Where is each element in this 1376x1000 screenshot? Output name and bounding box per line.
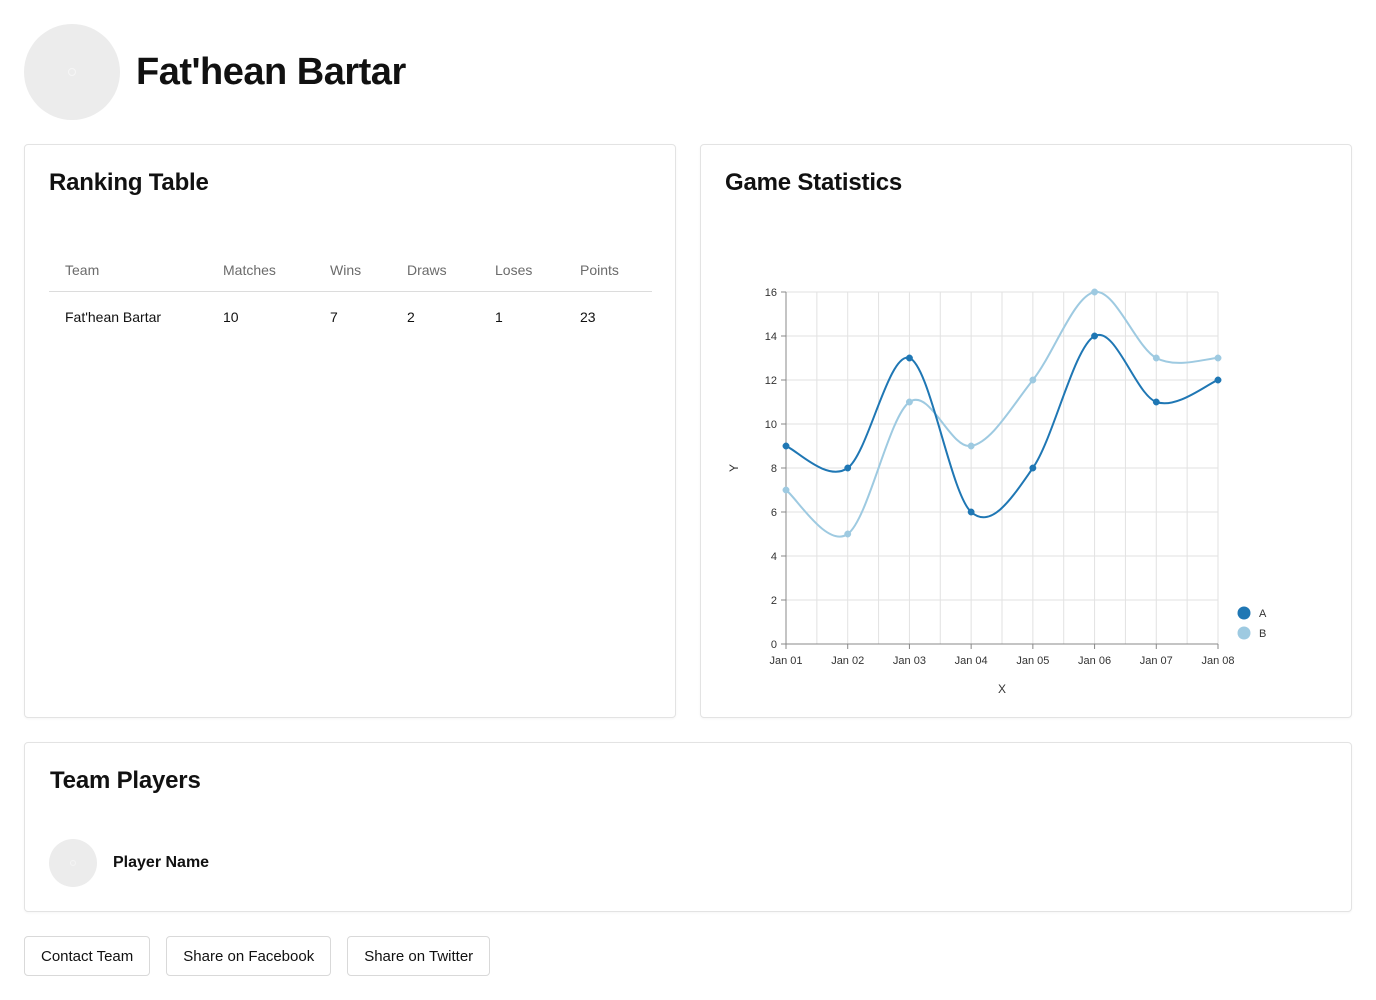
y-tick-label: 10 xyxy=(765,419,777,431)
data-point-a xyxy=(1214,376,1222,384)
x-tick-label: Jan 07 xyxy=(1140,655,1173,667)
data-point-a xyxy=(1091,332,1099,340)
y-tick-label: 14 xyxy=(765,331,777,343)
column-header-loses: Loses xyxy=(479,249,564,292)
legend-label-a: A xyxy=(1259,608,1267,620)
y-tick-label: 16 xyxy=(765,287,777,299)
x-tick-label: Jan 03 xyxy=(893,655,926,667)
cell-points: 23 xyxy=(580,309,596,326)
chart-axes: 0 2 4 6 8 10 12 14 16 Jan 01 Jan 02 Jan 03 Jan 04 Jan… xyxy=(765,287,1235,667)
cell-team: Fat'hean Bartar xyxy=(65,309,162,326)
data-point-b xyxy=(1029,376,1037,384)
team-players-card: Team Players Player Name xyxy=(24,742,1352,912)
player-item[interactable]: Player Name xyxy=(49,839,209,887)
line-chart: 0 2 4 6 8 10 12 14 16 Jan 01 Jan 02 Jan 03 Jan 04 Jan… xyxy=(727,287,1267,696)
cell-loses: 1 xyxy=(495,309,503,326)
data-point-a xyxy=(1029,464,1037,472)
team-avatar xyxy=(24,24,120,120)
legend-marker-a xyxy=(1237,606,1251,620)
share-twitter-button[interactable]: Share on Twitter xyxy=(347,936,491,976)
player-avatar xyxy=(49,839,97,887)
data-point-a xyxy=(844,464,852,472)
column-header-draws: Draws xyxy=(391,249,479,292)
game-statistics-card: 0 2 4 6 8 10 12 14 16 Jan 01 Jan 02 Jan 03 Jan 04 Jan… xyxy=(700,144,1352,718)
table-header-row: Team Matches Wins Draws Loses Points xyxy=(49,249,652,292)
data-point-a xyxy=(967,508,975,516)
y-tick-label: 0 xyxy=(771,639,777,651)
data-point-b xyxy=(1091,288,1099,296)
y-tick-label: 6 xyxy=(771,507,777,519)
y-axis-title: Y xyxy=(727,464,741,472)
player-name: Player Name xyxy=(113,854,210,871)
column-header-team: Team xyxy=(49,249,207,292)
players-title: Team Players xyxy=(50,767,201,794)
x-tick-label: Jan 08 xyxy=(1201,655,1234,667)
y-tick-label: 8 xyxy=(771,463,777,475)
y-tick-label: 2 xyxy=(771,595,777,607)
ranking-table: Team Matches Wins Draws Loses Points Fat… xyxy=(49,249,652,343)
contact-team-button[interactable]: Contact Team xyxy=(24,936,151,976)
action-bar: Contact Team Share on Facebook Share on … xyxy=(24,936,491,976)
x-tick-label: Jan 06 xyxy=(1078,655,1111,667)
column-header-wins: Wins xyxy=(314,249,391,292)
data-point-b xyxy=(905,398,913,406)
legend-label-b: B xyxy=(1259,628,1266,640)
ranking-title: Ranking Table xyxy=(49,169,209,196)
avatar-placeholder-icon xyxy=(70,860,76,866)
data-point-b xyxy=(1152,354,1160,362)
chart-legend: AB xyxy=(1237,606,1267,640)
data-point-b xyxy=(844,530,852,538)
statistics-title: Game Statistics xyxy=(725,169,903,196)
ranking-card: Ranking Table Team Matches Wins Draws Lo… xyxy=(24,144,676,718)
data-point-b xyxy=(782,486,790,494)
share-facebook-button[interactable]: Share on Facebook xyxy=(166,936,332,976)
data-point-b xyxy=(1214,354,1222,362)
data-point-b xyxy=(967,442,975,450)
x-tick-label: Jan 02 xyxy=(831,655,864,667)
column-header-matches: Matches xyxy=(207,249,314,292)
data-point-a xyxy=(782,442,790,450)
x-axis-title: X xyxy=(998,682,1006,696)
y-tick-label: 4 xyxy=(771,551,777,563)
data-point-a xyxy=(905,354,913,362)
page-title: Fat'hean Bartar xyxy=(136,50,406,93)
cell-draws: 2 xyxy=(407,309,415,326)
team-header: Fat'hean Bartar xyxy=(24,24,406,120)
avatar-placeholder-icon xyxy=(68,68,76,76)
x-tick-label: Jan 05 xyxy=(1016,655,1049,667)
legend-marker-b xyxy=(1237,626,1251,640)
table-row: Fat'hean Bartar 10 7 2 1 23 xyxy=(49,291,652,343)
data-point-a xyxy=(1152,398,1160,406)
x-tick-label: Jan 04 xyxy=(955,655,988,667)
column-header-points: Points xyxy=(564,249,652,292)
y-tick-label: 12 xyxy=(765,375,777,387)
x-tick-label: Jan 01 xyxy=(769,655,802,667)
cell-wins: 7 xyxy=(330,309,338,326)
cell-matches: 10 xyxy=(223,309,239,326)
